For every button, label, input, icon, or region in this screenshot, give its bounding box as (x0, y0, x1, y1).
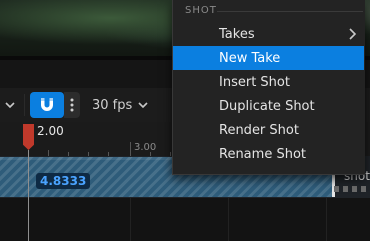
shot-end-time: 4.8333 (36, 173, 91, 189)
ruler-label: 3.00 (134, 142, 157, 153)
snap-options-button[interactable] (64, 92, 80, 118)
playhead-handle[interactable] (23, 124, 34, 150)
playhead-line (28, 150, 29, 241)
next-shot-dashes (334, 186, 370, 192)
chevron-down-icon (138, 102, 148, 109)
frame-rate-label: 30 fps (92, 97, 133, 113)
menu-item-label: Takes (219, 26, 255, 42)
grid-line (326, 198, 327, 241)
snap-toggle-button[interactable] (30, 92, 64, 118)
chevron-down-icon[interactable] (1, 94, 19, 116)
menu-section-header: SHOT (185, 5, 217, 16)
chevron-right-icon (349, 28, 357, 40)
menu-item-label: Rename Shot (219, 146, 306, 162)
grid-line (228, 198, 229, 241)
menu-section-divider (217, 11, 363, 12)
menu-item-new-take[interactable]: New Take (173, 46, 364, 70)
menu-item-label: Duplicate Shot (219, 98, 315, 114)
menu-item-label: New Take (219, 50, 281, 66)
menu-item-duplicate-shot[interactable]: Duplicate Shot (173, 94, 364, 118)
frame-rate-dropdown[interactable]: 30 fps (86, 92, 160, 118)
menu-item-rename-shot[interactable]: Rename Shot (173, 142, 364, 166)
toolbar-divider (24, 94, 25, 116)
lower-track-area (0, 198, 370, 241)
playhead-time: 2.00 (37, 124, 64, 138)
menu-item-render-shot[interactable]: Render Shot (173, 118, 364, 142)
kebab-menu-icon (70, 98, 74, 112)
grid-line (130, 198, 131, 241)
menu-item-insert-shot[interactable]: Insert Shot (173, 70, 364, 94)
ruler-tick (130, 142, 131, 156)
shot-context-menu: SHOT Takes New Take Insert Shot Duplicat… (172, 0, 365, 175)
magnet-icon (41, 98, 53, 111)
menu-item-takes[interactable]: Takes (173, 22, 364, 46)
menu-item-label: Render Shot (219, 122, 299, 138)
menu-item-label: Insert Shot (219, 74, 290, 90)
